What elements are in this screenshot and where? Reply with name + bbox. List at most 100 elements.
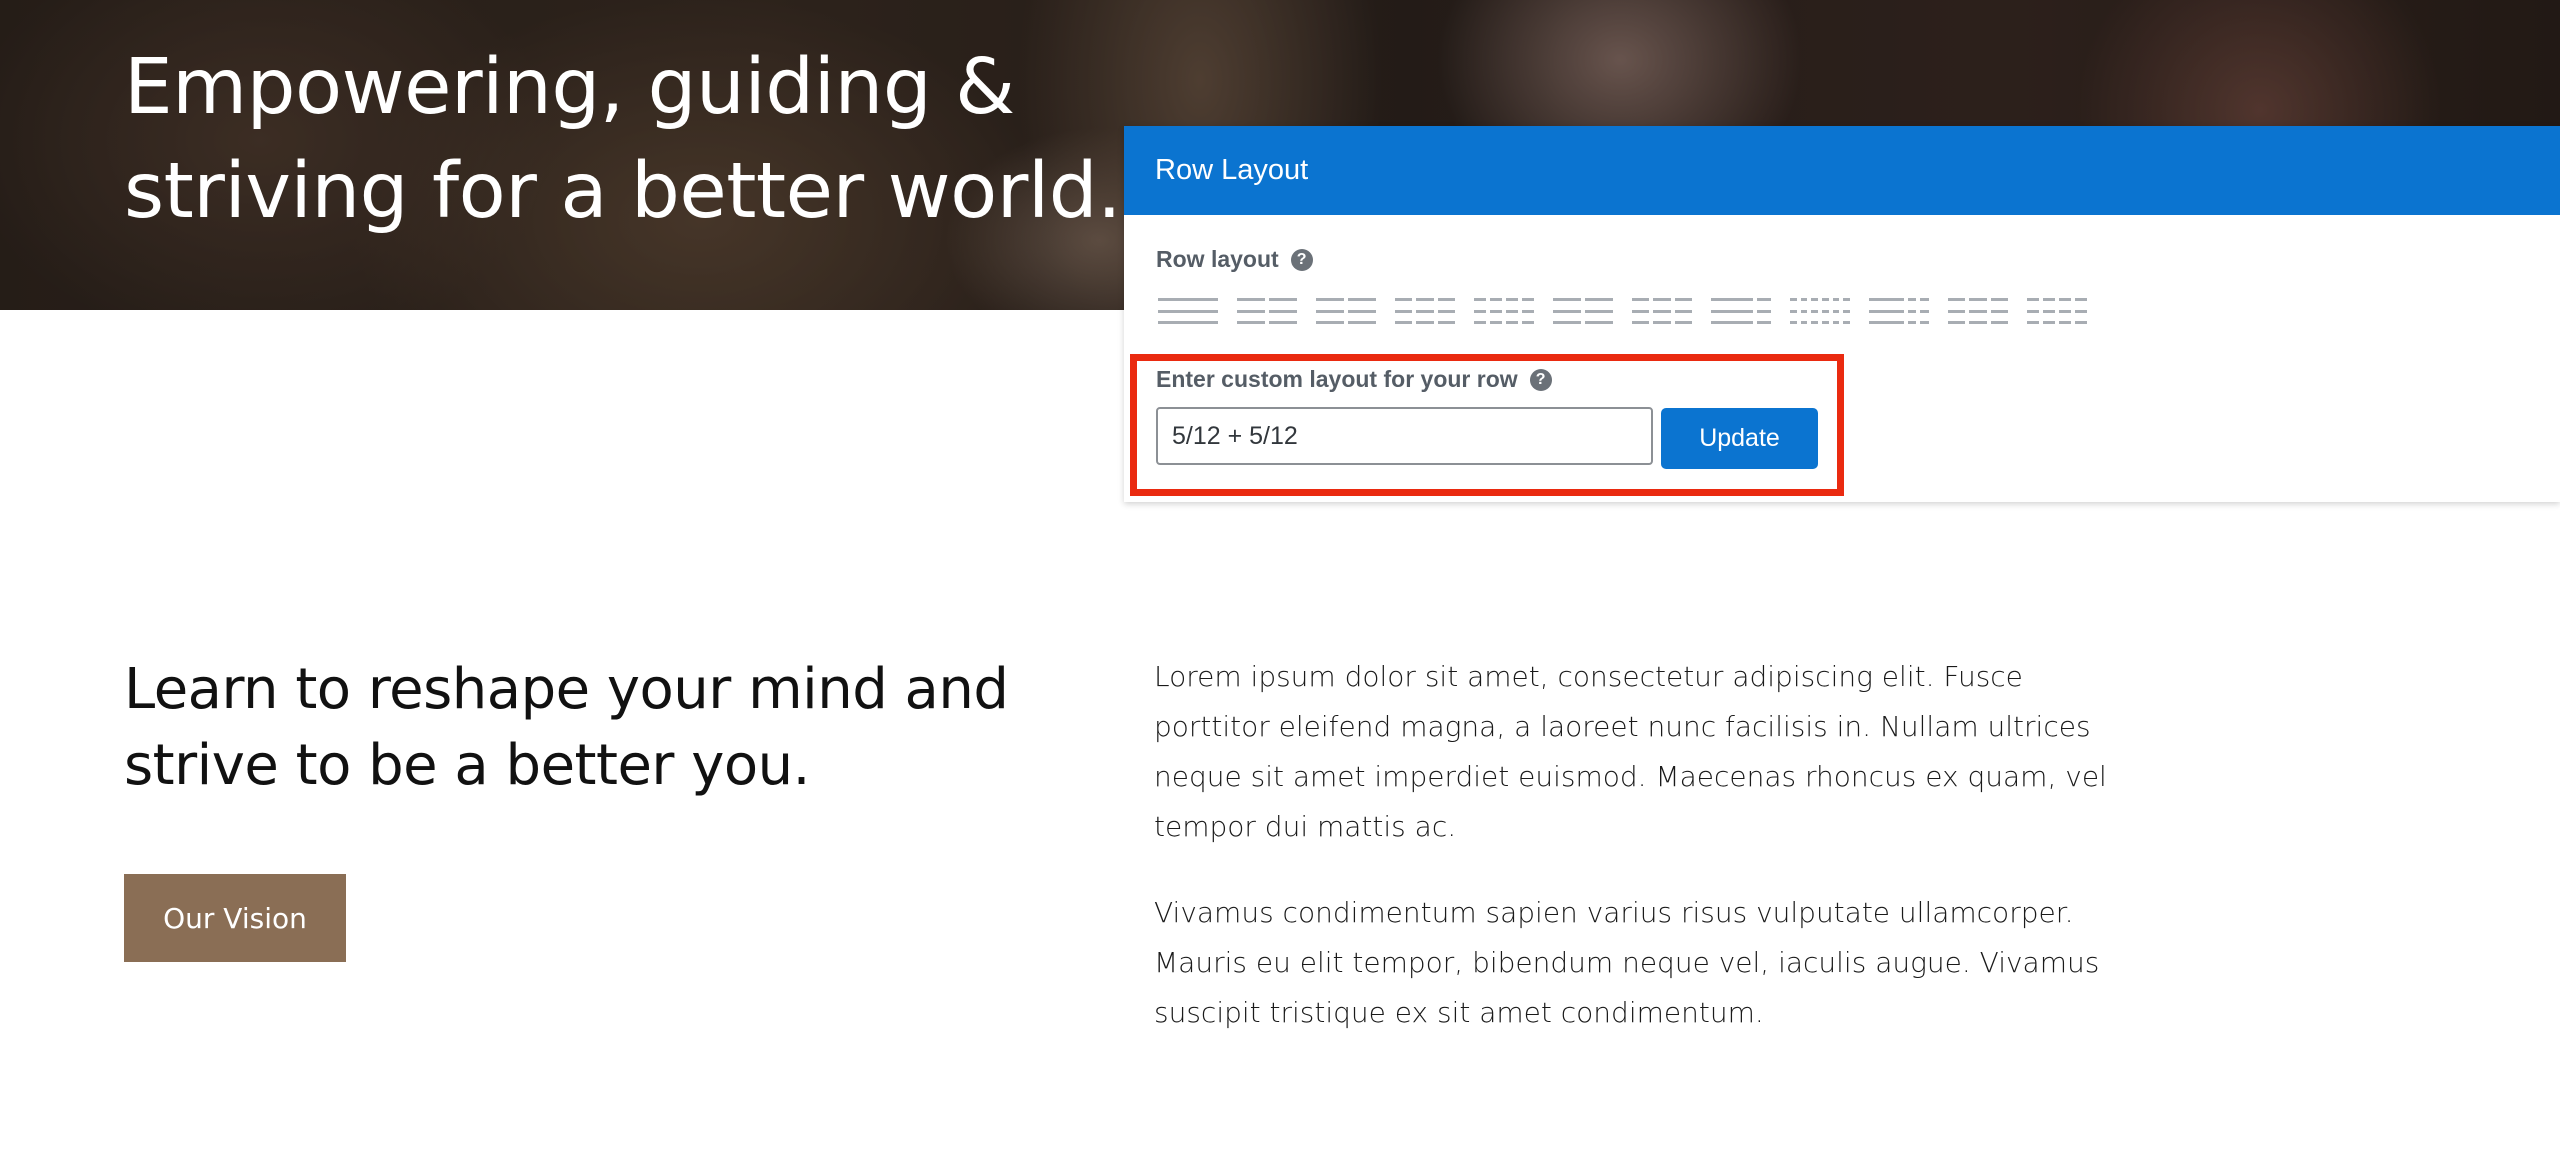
our-vision-button[interactable]: Our Vision (124, 874, 346, 962)
layout-line (1474, 309, 1534, 313)
layout-column-segment (1948, 298, 1966, 301)
layout-column-segment (1811, 321, 1818, 324)
layout-column-segment (1757, 309, 1771, 313)
layout-line (1711, 298, 1771, 301)
layout-line (1869, 298, 1929, 301)
layout-column-segment (1585, 309, 1613, 313)
layout-line (1632, 321, 1692, 324)
layout-column-segment (1237, 309, 1265, 313)
layout-column-segment (1474, 321, 1486, 324)
layout-column-segment (1269, 321, 1297, 324)
layout-column-segment (1948, 321, 1966, 324)
layout-line (1316, 321, 1376, 324)
layout-column-segment (1474, 298, 1486, 301)
layout-6-col-icon[interactable] (1790, 298, 1850, 324)
layout-column-segment (2043, 309, 2055, 313)
layout-column-segment (1158, 309, 1218, 313)
layout-column-segment (1316, 321, 1344, 324)
layout-column-segment (2059, 321, 2071, 324)
layout-column-segment (1869, 309, 1904, 313)
layout-line (2027, 321, 2087, 324)
layout-line (1790, 298, 1850, 301)
layout-column-segment (2027, 321, 2039, 324)
layout-column-segment (1348, 321, 1376, 324)
body-paragraph: Lorem ipsum dolor sit amet, consectetur … (1154, 660, 2107, 843)
layout-column-segment (1674, 298, 1692, 301)
layout-line (1711, 321, 1771, 324)
layout-column-segment (2075, 321, 2087, 324)
layout-column-segment (1490, 321, 1502, 324)
layout-3-col-icon[interactable] (1632, 298, 1692, 324)
layout-line (1237, 309, 1297, 313)
layout-column-segment (1948, 309, 1966, 313)
layout-1-col-icon[interactable] (1158, 298, 1218, 324)
layout-column-segment (1632, 298, 1650, 301)
layout-4-col-icon[interactable] (2027, 298, 2087, 324)
layout-2-col-icon[interactable] (1237, 298, 1297, 324)
layout-column-segment (1522, 309, 1534, 313)
layout-column-segment (1790, 309, 1797, 313)
layout-column-segment (1632, 321, 1650, 324)
layout-column-segment (1506, 309, 1518, 313)
layout-column-segment (1821, 298, 1829, 301)
layout-column-segment (1920, 298, 1929, 301)
layout-line (1237, 298, 1297, 301)
layout-column-segment (2059, 309, 2071, 313)
layout-3-col-icon[interactable] (1948, 298, 2008, 324)
layout-column-segment (1832, 298, 1840, 301)
update-button[interactable]: Update (1661, 408, 1818, 469)
help-icon[interactable]: ? (1529, 368, 1552, 391)
layout-column-segment (1920, 309, 1929, 313)
layout-column-segment (1158, 321, 1218, 324)
layout-column-segment (1490, 309, 1502, 313)
custom-layout-input[interactable] (1156, 407, 1653, 465)
layout-column-segment (1821, 321, 1829, 324)
layout-column-segment (1506, 321, 1518, 324)
body-paragraph: Vivamus condimentum sapien varius risus … (1154, 896, 2100, 1029)
panel-header: Row Layout (1124, 126, 2560, 215)
layout-column-segment (1907, 321, 1917, 324)
layout-line (1158, 298, 1218, 301)
layout-column-segment (2075, 298, 2087, 301)
layout-column-segment (1811, 298, 1818, 301)
layout-column-segment (1316, 309, 1344, 313)
row-layout-panel: Row Layout Row layout ? Enter custom lay… (1124, 126, 2560, 502)
layout-column-segment (1757, 321, 1771, 324)
layout-2-col-icon[interactable] (1553, 298, 1613, 324)
layout-line (1948, 309, 2008, 313)
layout-column-segment (1790, 298, 1797, 301)
layout-column-segment (1237, 321, 1265, 324)
layout-column-segment (1506, 298, 1518, 301)
layout-column-segment (2075, 309, 2087, 313)
layout-column-segment (1990, 321, 2008, 324)
layout-column-segment (1316, 298, 1344, 301)
section-heading: Learn to reshape your mind and strive to… (124, 657, 1009, 798)
layout-column-segment (1674, 321, 1692, 324)
help-icon[interactable]: ? (1290, 248, 1313, 271)
layout-line (1474, 298, 1534, 301)
layout-column-segment (2043, 321, 2055, 324)
layout-3-col-uneven-icon[interactable] (1869, 298, 1929, 324)
layout-4-col-icon[interactable] (1474, 298, 1534, 324)
layout-column-segment (2027, 309, 2039, 313)
layout-column-segment (1653, 321, 1671, 324)
layout-column-segment (1553, 298, 1581, 301)
layout-column-segment (1269, 309, 1297, 313)
layout-line (1711, 309, 1771, 313)
layout-column-segment (1632, 309, 1650, 313)
layout-3-col-icon[interactable] (1395, 298, 1455, 324)
layout-column-segment (1790, 321, 1797, 324)
layout-2-col-icon[interactable] (1316, 298, 1376, 324)
layout-column-segment (1800, 298, 1808, 301)
layout-line (1948, 298, 2008, 301)
layout-column-segment (1395, 309, 1413, 313)
layout-column-segment (2027, 298, 2039, 301)
layout-options (1158, 298, 2087, 324)
layout-column-segment (1348, 298, 1376, 301)
layout-column-segment (1653, 309, 1671, 313)
layout-2-col-uneven-icon[interactable] (1711, 298, 1771, 324)
layout-line (1237, 321, 1297, 324)
layout-column-segment (1969, 298, 1987, 301)
layout-column-segment (1474, 309, 1486, 313)
layout-column-segment (1437, 309, 1455, 313)
